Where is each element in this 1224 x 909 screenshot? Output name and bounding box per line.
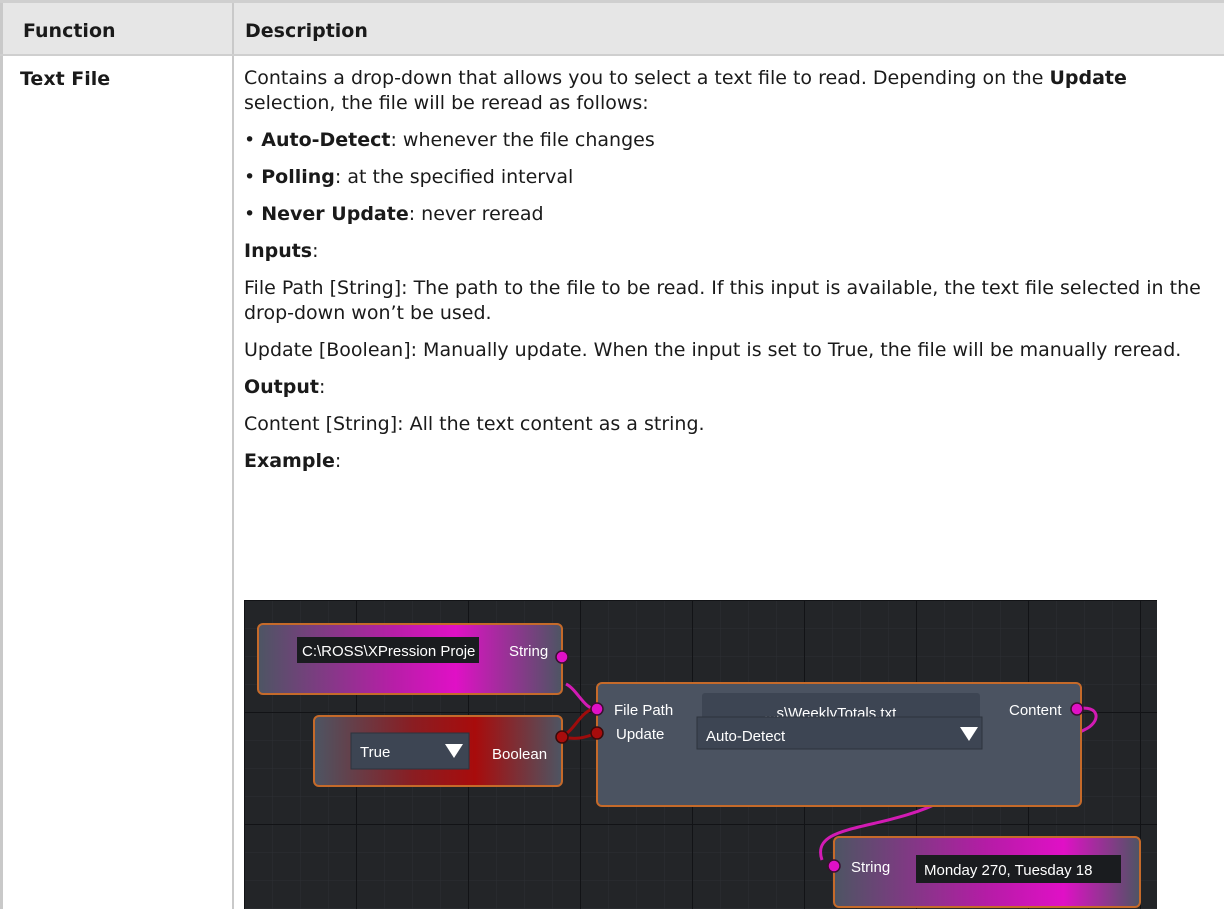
output-string-port-label: String [851, 859, 890, 876]
boolean-node-value: True [360, 744, 390, 761]
output-content: Content [String]: All the text content a… [244, 413, 705, 435]
table-header: Function Description [0, 0, 1224, 56]
file-path-input-port[interactable] [590, 702, 604, 716]
table-border-left [0, 56, 3, 909]
bullet-auto-detect: • Auto-Detect: whenever the file changes [244, 129, 655, 151]
document-page: Function Description Text File Contains … [0, 0, 1224, 909]
string-output-port[interactable] [555, 650, 569, 664]
boolean-output-port[interactable] [555, 730, 569, 744]
string-node[interactable]: C:\ROSS\XPression Proje String [257, 623, 569, 695]
file-path-label: File Path [614, 702, 673, 719]
update-input-port[interactable] [590, 726, 604, 740]
inputs-heading: Inputs: [244, 240, 319, 262]
bullet-polling: • Polling: at the specified interval [244, 166, 574, 188]
output-string-node[interactable]: String Monday 270, Tuesday 18 [827, 836, 1141, 908]
example-heading: Example: [244, 450, 342, 472]
output-string-value: Monday 270, Tuesday 18 [924, 862, 1092, 879]
content-output-port[interactable] [1070, 702, 1084, 716]
example-node-graph: C:\ROSS\XPression Proje String True Bool… [244, 600, 1157, 909]
string-node-value: C:\ROSS\XPression Proje [302, 643, 475, 660]
output-heading: Output: [244, 376, 326, 398]
string-node-port-label: String [509, 643, 548, 660]
input-update: Update [Boolean]: Manually update. When … [244, 339, 1182, 361]
boolean-node-port-label: Boolean [492, 746, 547, 763]
update-dropdown-value: Auto-Detect [706, 728, 786, 745]
content-label: Content [1009, 702, 1062, 719]
bullet-never-update: • Never Update: never reread [244, 203, 544, 225]
output-string-input-port[interactable] [827, 859, 841, 873]
header-description: Description [245, 20, 368, 42]
update-label: Update [616, 726, 664, 743]
description-cell: Contains a drop-down that allows you to … [244, 66, 1214, 486]
header-function: Function [0, 3, 234, 54]
boolean-node[interactable]: True Boolean [313, 715, 569, 787]
function-name: Text File [20, 68, 111, 90]
table-border-middle [232, 56, 234, 909]
intro-paragraph: Contains a drop-down that allows you to … [244, 67, 1127, 114]
input-file-path: File Path [String]: The path to the file… [244, 277, 1201, 324]
text-file-node[interactable]: File Path ...s\WeeklyTotals.txt Content … [590, 682, 1084, 807]
